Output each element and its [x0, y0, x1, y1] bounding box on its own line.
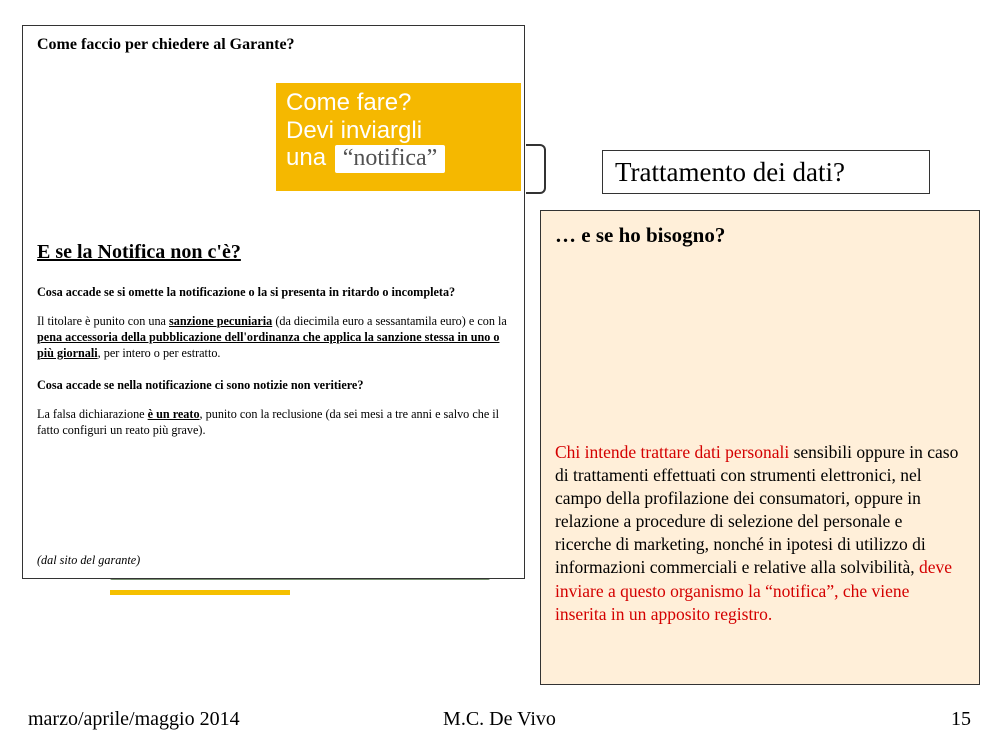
orange-callout: Come fare? Devi inviargli una “notifica” [276, 83, 521, 191]
a2-underline: è un reato [148, 407, 200, 421]
notifica-chip: “notifica” [335, 145, 446, 173]
right-body: Chi intende trattare dati personali sens… [555, 441, 961, 626]
left-panel-title: Come faccio per chiedere al Garante? [37, 36, 510, 54]
a1-underline-1: sanzione pecuniaria [169, 314, 272, 328]
orange-line-1: Come fare? [286, 89, 511, 117]
question-1: Cosa accade se si omette la notificazion… [37, 285, 512, 300]
right-subtitle: … e se ho bisogno? [555, 223, 965, 248]
overlapped-box-edge [526, 144, 546, 194]
question-2: Cosa accade se nella notificazione ci so… [37, 378, 512, 393]
a1-mid: (da diecimila euro a sessantamila euro) … [272, 314, 507, 328]
right-panel: … e se ho bisogno? Chi intende trattare … [540, 210, 980, 685]
answer-1: Il titolare è punito con una sanzione pe… [37, 314, 512, 362]
answer-2: La falsa dichiarazione è un reato, punit… [37, 407, 512, 439]
a2-pre: La falsa dichiarazione [37, 407, 148, 421]
footer: marzo/aprile/maggio 2014 M.C. De Vivo 15 [28, 708, 971, 731]
footer-date: marzo/aprile/maggio 2014 [28, 708, 240, 731]
footer-author: M.C. De Vivo [443, 708, 556, 731]
orange-line-2: Devi inviargli [286, 117, 511, 145]
right-title-box: Trattamento dei dati? [602, 150, 930, 194]
a1-post: , per intero o per estratto. [98, 346, 221, 360]
orange-line-3: una “notifica” [286, 144, 511, 173]
left-panel: Come faccio per chiedere al Garante? Com… [22, 25, 525, 579]
source-note: (dal sito del garante) [37, 553, 140, 568]
orange-line-3-prefix: una [286, 144, 326, 171]
right-body-black: sensibili oppure in caso di trattamenti … [555, 442, 958, 577]
footer-page-number: 15 [951, 708, 971, 731]
right-title-text: Trattamento dei dati? [615, 157, 845, 188]
right-body-red-1: Chi intende trattare dati personali [555, 442, 789, 462]
a1-pre: Il titolare è punito con una [37, 314, 169, 328]
sub-heading: E se la Notifica non c'è? [37, 241, 241, 264]
